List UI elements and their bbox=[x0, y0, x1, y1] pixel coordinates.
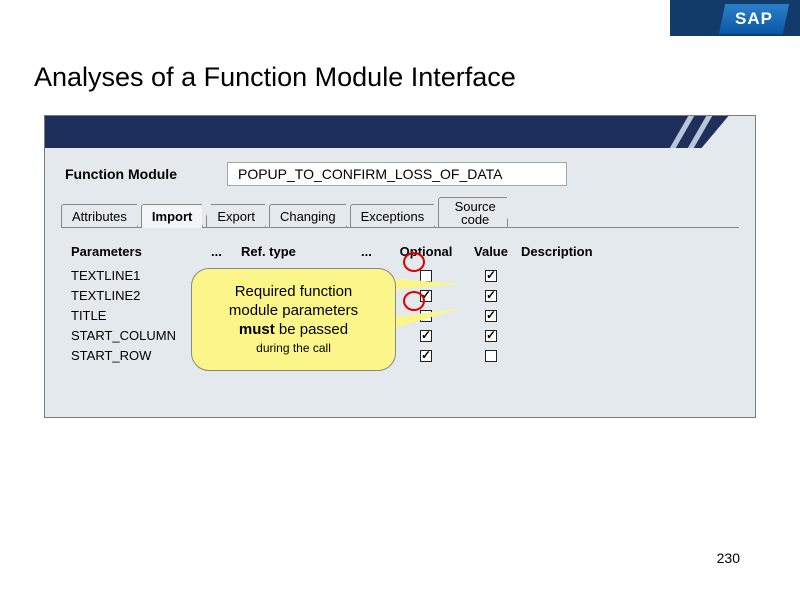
callout-text-bold: must bbox=[239, 321, 275, 338]
param-name: TEXTLINE1 bbox=[71, 268, 211, 283]
table-row: START_ROW bbox=[71, 345, 729, 365]
col-dots1: ... bbox=[211, 244, 241, 259]
col-value: Value bbox=[461, 244, 521, 259]
sap-logo-text: SAP bbox=[735, 9, 773, 29]
tab-import[interactable]: Import bbox=[141, 204, 203, 228]
tab-export[interactable]: Export bbox=[206, 204, 266, 228]
param-name: START_COLUMN bbox=[71, 328, 211, 343]
tab-source-code[interactable]: Source code bbox=[438, 197, 508, 228]
callout-bubble: Required function module parameters must… bbox=[191, 268, 396, 371]
col-optional: Optional bbox=[391, 244, 461, 259]
page-title: Analyses of a Function Module Interface bbox=[34, 62, 800, 93]
tab-exceptions[interactable]: Exceptions bbox=[350, 204, 436, 228]
function-module-row: Function Module POPUP_TO_CONFIRM_LOSS_OF… bbox=[45, 148, 755, 196]
column-headers: Parameters ... Ref. type ... Optional Va… bbox=[71, 244, 729, 259]
optional-checkbox[interactable] bbox=[420, 330, 432, 342]
callout-text: during the call bbox=[256, 341, 331, 355]
panel-title-bar bbox=[45, 116, 755, 148]
function-module-value[interactable]: POPUP_TO_CONFIRM_LOSS_OF_DATA bbox=[227, 162, 567, 186]
value-checkbox[interactable] bbox=[485, 350, 497, 362]
callout-text: module parameters bbox=[229, 302, 358, 319]
sap-panel: Function Module POPUP_TO_CONFIRM_LOSS_OF… bbox=[44, 115, 756, 418]
param-name: TITLE bbox=[71, 308, 211, 323]
tab-changing[interactable]: Changing bbox=[269, 204, 347, 228]
param-name: START_ROW bbox=[71, 348, 211, 363]
col-parameters: Parameters bbox=[71, 244, 211, 259]
col-description: Description bbox=[521, 244, 729, 259]
value-checkbox[interactable] bbox=[485, 330, 497, 342]
tab-body: Parameters ... Ref. type ... Optional Va… bbox=[61, 227, 739, 375]
value-checkbox[interactable] bbox=[485, 270, 497, 282]
value-checkbox[interactable] bbox=[485, 290, 497, 302]
param-name: TEXTLINE2 bbox=[71, 288, 211, 303]
col-ref-type: Ref. type bbox=[241, 244, 361, 259]
col-dots2: ... bbox=[361, 244, 391, 259]
optional-checkbox[interactable] bbox=[420, 290, 432, 302]
tab-strip: Attributes Import Export Changing Except… bbox=[45, 196, 755, 227]
page-number: 230 bbox=[717, 550, 740, 566]
top-bar: SAP bbox=[0, 0, 800, 36]
callout-text: be passed bbox=[275, 321, 348, 338]
function-module-label: Function Module bbox=[65, 166, 177, 182]
callout-pointer-icon bbox=[387, 278, 462, 290]
sap-logo: SAP bbox=[719, 4, 789, 34]
tab-attributes[interactable]: Attributes bbox=[61, 204, 138, 228]
value-checkbox[interactable] bbox=[485, 310, 497, 322]
callout-text: Required function bbox=[235, 283, 353, 300]
table-row: START_COLUMN bbox=[71, 325, 729, 345]
optional-checkbox[interactable] bbox=[420, 350, 432, 362]
